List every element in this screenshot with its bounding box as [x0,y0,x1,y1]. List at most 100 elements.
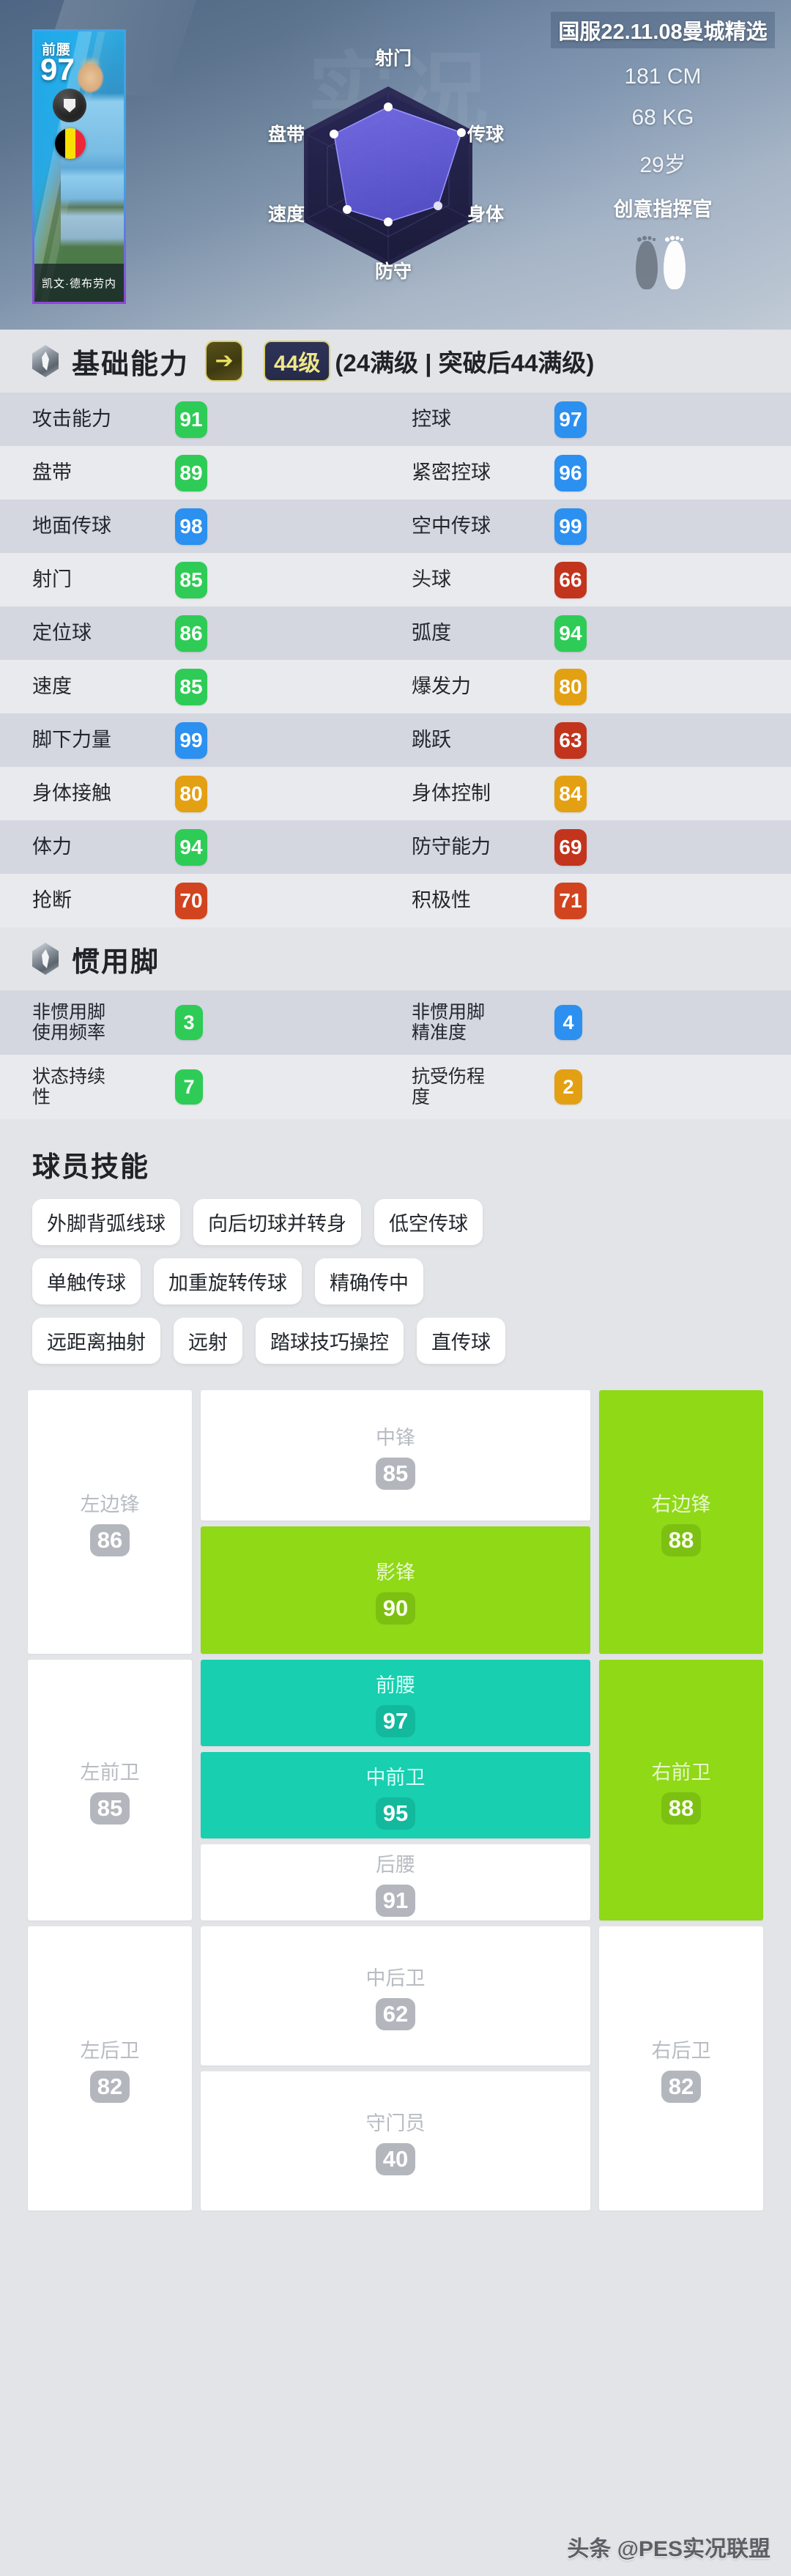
stat-label: 攻击能力 [32,408,111,431]
position-cell[interactable]: 中锋 85 [201,1390,590,1521]
stat-cell: 空中传球 99 [412,508,791,545]
stat-cell: 盘带 89 [32,454,412,491]
skill-row: 远距离抽射 远射 踏球技巧操控 直传球 [32,1318,763,1364]
position-cell[interactable]: 前腰 97 [201,1660,590,1746]
skill-chip[interactable]: 直传球 [417,1318,505,1364]
stat-value-badge: 63 [554,721,587,759]
position-cell[interactable]: 右后卫 82 [599,1926,763,2211]
radar-label-defending: 防守 [375,261,412,282]
position-rating: 88 [661,1523,702,1556]
club-crest-icon [53,89,86,122]
skill-chip[interactable]: 单触传球 [32,1258,141,1304]
player-header: 实况 前腰 97 凯文·德布劳内 [0,0,791,330]
stat-cell: 控球 97 [412,401,791,438]
skill-chip[interactable]: 踏球技巧操控 [256,1318,404,1364]
stat-value-badge: 7 [175,1069,203,1105]
skill-row: 外脚背弧线球 向后切球并转身 低空传球 [32,1199,763,1245]
player-skills-list: 外脚背弧线球 向后切球并转身 低空传球 单触传球 加重旋转传球 精确传中 远距离抽射 远射 踏球… [0,1199,791,1364]
skill-chip[interactable]: 精确传中 [315,1258,423,1304]
stat-row: 盘带 89 紧密控球 96 [0,446,791,500]
stat-cell: 积极性 71 [412,882,791,919]
position-rating: 85 [89,1792,130,1825]
stat-label: 脚下力量 [32,729,111,751]
position-rating: 91 [375,1884,416,1917]
stat-cell: 身体接触 80 [32,775,412,812]
stat-label: 抢断 [32,889,72,912]
position-cell[interactable]: 右边锋 88 [599,1390,763,1654]
level-badge: 44级 [264,341,331,382]
position-rating: 40 [375,2142,416,2175]
stat-label: 体力 [32,836,72,858]
position-cell[interactable]: 中后卫 62 [201,1926,590,2065]
stat-label: 积极性 [412,889,471,912]
position-cell[interactable]: 左边锋 86 [28,1390,192,1654]
stat-value-badge: 70 [175,882,207,919]
stat-cell: 爆发力 80 [412,668,791,705]
player-card[interactable]: 前腰 97 凯文·德布劳内 [32,29,126,304]
skill-chip[interactable]: 远射 [174,1318,242,1364]
stat-label: 身体控制 [412,782,491,805]
stat-label: 地面传球 [32,515,111,538]
position-cell[interactable]: 右前卫 88 [599,1660,763,1920]
skill-chip[interactable]: 外脚背弧线球 [32,1199,180,1245]
card-rating: 97 [40,52,75,86]
position-cell[interactable]: 守门员 40 [201,2071,590,2211]
stat-value-badge: 99 [175,721,207,759]
belgium-flag-icon [55,128,86,159]
player-name: 凯文·德布劳内 [42,277,116,290]
skill-chip[interactable]: 远距离抽射 [32,1318,160,1364]
preferred-foot-title: 惯用脚 [72,946,160,978]
stat-row: 攻击能力 91 控球 97 [0,393,791,446]
stat-cell: 弧度 94 [412,615,791,652]
stat-row: 速度 85 爆发力 80 [0,660,791,713]
skill-chip[interactable]: 低空传球 [374,1199,483,1245]
stat-row: 脚下力量 99 跳跃 63 [0,713,791,767]
position-name: 前腰 [376,1674,415,1696]
stat-label: 非惯用脚 精准度 [412,1002,486,1043]
position-rating: 85 [375,1457,416,1490]
radar-label-passing: 传球 [467,125,505,145]
player-age: 29岁 [639,153,686,177]
stat-cell: 脚下力量 99 [32,721,412,759]
position-name: 左后卫 [80,2039,140,2062]
stat-label: 跳跃 [412,729,451,751]
stat-value-badge: 84 [554,775,587,812]
skill-row: 单触传球 加重旋转传球 精确传中 [32,1258,763,1304]
radar-label-speed: 速度 [268,204,305,225]
stat-label: 紧密控球 [412,461,491,484]
position-name: 右边锋 [651,1493,711,1515]
skill-chip[interactable]: 加重旋转传球 [154,1258,302,1304]
player-info-panel: 国服22.11.08曼城精选 181 CM 68 KG 29岁 创意指挥官 [542,12,784,298]
player-detail-page: 实况 前腰 97 凯文·德布劳内 [0,0,791,2576]
stat-cell: 体力 94 [32,828,412,866]
stat-label: 非惯用脚 使用频率 [32,1002,106,1043]
arrow-right-icon[interactable]: ➔ [205,341,244,382]
position-cell[interactable]: 左前卫 85 [28,1660,192,1920]
position-name: 左前卫 [80,1761,140,1783]
stat-label: 空中传球 [412,515,491,538]
position-name: 后腰 [376,1853,415,1876]
stat-row: 体力 94 防守能力 69 [0,820,791,874]
player-figure [61,53,124,273]
stat-value-badge: 69 [554,828,587,866]
stat-value-badge: 3 [175,1005,203,1040]
position-cell[interactable]: 影锋 90 [201,1526,590,1654]
stat-row: 定位球 86 弧度 94 [0,606,791,660]
stat-value-badge: 99 [554,508,587,545]
skill-chip[interactable]: 向后切球并转身 [193,1199,361,1245]
position-proficiency-grid: 左边锋 86 中锋 85 影锋 90 右边锋 88 左前卫 85 前腰 97 中… [28,1390,763,2211]
position-cell[interactable]: 后腰 91 [201,1844,590,1920]
stat-cell: 地面传球 98 [32,508,412,545]
player-role: 创意指挥官 [613,198,713,220]
position-name: 守门员 [365,2112,426,2134]
stat-cell: 抢断 70 [32,882,412,919]
stat-value-badge: 4 [554,1005,582,1040]
player-skills-title: 球员技能 [32,1152,150,1183]
player-height: 181 CM [624,64,702,89]
position-cell[interactable]: 左后卫 82 [28,1926,192,2211]
position-cell[interactable]: 中前卫 95 [201,1752,590,1838]
position-name: 中前卫 [365,1766,426,1789]
stat-value-badge: 80 [175,775,207,812]
position-name: 影锋 [376,1561,415,1584]
level-note: (24满级 | 突破后44满级) [335,349,595,376]
